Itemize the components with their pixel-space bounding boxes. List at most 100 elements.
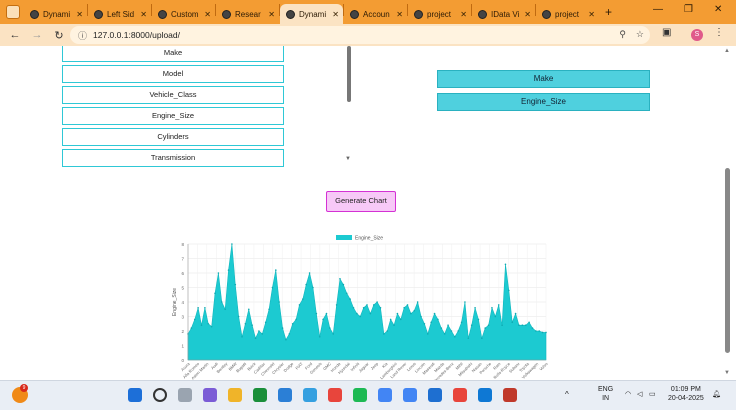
taskbar-app-icon[interactable] bbox=[303, 388, 317, 402]
tab-close-icon[interactable]: ✕ bbox=[140, 10, 147, 19]
data-point bbox=[491, 307, 493, 309]
column-option[interactable]: Make bbox=[62, 46, 284, 62]
wifi-icon[interactable]: ◠ bbox=[625, 390, 631, 399]
taskbar-app-icon[interactable] bbox=[378, 388, 392, 402]
screen: Dynami ✕ Left Sid ✕ Custom ✕ Resear ✕ Dynami ✕ Acc… bbox=[0, 0, 736, 410]
tab-close-icon[interactable]: ✕ bbox=[524, 10, 531, 19]
column-list-scroll-thumb[interactable] bbox=[347, 46, 351, 102]
data-point bbox=[501, 324, 503, 326]
profile-avatar[interactable]: S bbox=[691, 29, 703, 41]
tab-close-icon[interactable]: ✕ bbox=[460, 10, 467, 19]
tab-favicon-icon bbox=[286, 9, 295, 19]
column-option[interactable]: Vehicle_Class bbox=[62, 86, 284, 104]
generate-chart-button[interactable]: Generate Chart bbox=[326, 191, 396, 212]
data-point bbox=[204, 307, 206, 309]
data-point bbox=[410, 312, 412, 315]
zoom-icon[interactable]: ⚲ bbox=[619, 29, 626, 40]
tab-close-icon[interactable]: ✕ bbox=[332, 10, 339, 19]
taskbar-app-icon[interactable] bbox=[428, 388, 442, 402]
browser-tab[interactable]: project ✕ bbox=[536, 4, 599, 24]
notification-bell-icon[interactable]: 🔔︎ bbox=[712, 390, 721, 399]
tab-close-icon[interactable]: ✕ bbox=[76, 10, 83, 19]
volume-icon[interactable]: ◁ bbox=[637, 390, 642, 399]
minimize-icon[interactable]: — bbox=[653, 4, 663, 15]
selected-column[interactable]: Make bbox=[437, 70, 650, 88]
page-scroll-down-icon[interactable]: ▼ bbox=[724, 370, 730, 376]
column-list: Make Model Vehicle_Class Engine_Size Cylinde… bbox=[62, 46, 284, 170]
reload-icon[interactable]: ↻ bbox=[48, 29, 70, 42]
data-point bbox=[241, 336, 243, 338]
column-option[interactable]: Cylinders bbox=[62, 128, 284, 146]
taskbar-app-icon[interactable] bbox=[128, 388, 142, 402]
taskbar-app-icon[interactable] bbox=[153, 388, 167, 402]
tab-label: Accoun bbox=[363, 9, 390, 19]
menu-dots-icon[interactable]: ⋮ bbox=[714, 27, 724, 38]
x-tick-label: Subaru bbox=[508, 361, 521, 374]
taskbar-app-icon[interactable] bbox=[353, 388, 367, 402]
column-option[interactable]: Model bbox=[62, 65, 284, 83]
tray-chevron-icon[interactable]: ^ bbox=[565, 390, 569, 399]
tab-label: Dynami bbox=[299, 9, 327, 19]
taskbar-app-icon[interactable] bbox=[178, 388, 192, 402]
page-scroll-up-icon[interactable]: ▲ bbox=[724, 48, 730, 54]
restore-icon[interactable]: ❐ bbox=[684, 4, 693, 15]
browser-tab[interactable]: IData Vi ✕ bbox=[472, 4, 535, 24]
taskbar-app-icon[interactable] bbox=[228, 388, 242, 402]
taskbar-app-icon[interactable] bbox=[278, 388, 292, 402]
extensions-icon[interactable]: ▣ bbox=[662, 27, 671, 38]
data-point bbox=[440, 327, 443, 329]
data-point bbox=[251, 324, 253, 326]
data-point bbox=[447, 324, 449, 326]
page-scroll-thumb[interactable] bbox=[725, 168, 730, 353]
battery-icon[interactable]: ▭ bbox=[649, 390, 656, 399]
data-point bbox=[244, 322, 247, 325]
column-list-scrollbar[interactable]: ▼ bbox=[345, 46, 353, 164]
tab-strip: Dynami ✕ Left Sid ✕ Custom ✕ Resear ✕ Dynami ✕ Acc… bbox=[0, 0, 736, 24]
browser-toolbar: ← → ↻ ⓘ 127.0.0.1:8000/upload/ ⚲ ☆ ▣ S ⋮ bbox=[0, 24, 736, 46]
clock-time: 01:09 PM bbox=[670, 386, 701, 393]
taskbar-app-icon[interactable] bbox=[403, 388, 417, 402]
language-label: ENG bbox=[598, 386, 614, 393]
data-point bbox=[302, 298, 304, 300]
data-point bbox=[383, 333, 385, 335]
y-tick-label: 8 bbox=[181, 242, 184, 247]
x-tick-label: Jaguar bbox=[358, 361, 371, 374]
taskbar-app-icon[interactable] bbox=[203, 388, 217, 402]
column-option[interactable]: Transmission bbox=[62, 149, 284, 167]
data-point bbox=[413, 309, 416, 312]
bookmark-star-icon[interactable]: ☆ bbox=[636, 29, 644, 40]
address-bar[interactable]: ⓘ 127.0.0.1:8000/upload/ ⚲ ☆ bbox=[70, 26, 650, 44]
tab-favicon-icon bbox=[222, 9, 231, 19]
data-point bbox=[521, 324, 524, 326]
tab-close-icon[interactable]: ✕ bbox=[396, 10, 403, 19]
clock[interactable]: 01:09 PM 20-04-2025 bbox=[668, 385, 704, 403]
taskbar-app-icon[interactable] bbox=[253, 388, 267, 402]
browser-tab[interactable]: Dynami ✕ bbox=[24, 4, 87, 24]
browser-tab[interactable]: project ✕ bbox=[408, 4, 471, 24]
tab-close-icon[interactable]: ✕ bbox=[204, 10, 211, 19]
browser-tab[interactable]: Dynami ✕ bbox=[280, 4, 343, 24]
taskbar-app-icon[interactable] bbox=[328, 388, 342, 402]
tab-search-icon[interactable] bbox=[6, 5, 20, 19]
taskbar-app-icon[interactable] bbox=[453, 388, 467, 402]
browser-tab[interactable]: Accoun ✕ bbox=[344, 4, 407, 24]
taskbar-app-icon[interactable] bbox=[478, 388, 492, 402]
taskbar-app-icon[interactable] bbox=[503, 388, 517, 402]
language-indicator[interactable]: ENG IN bbox=[598, 385, 613, 403]
selected-column[interactable]: Engine_Size bbox=[437, 93, 650, 111]
page-scrollbar[interactable]: ▲ ▼ bbox=[722, 46, 732, 380]
new-tab-icon[interactable]: + bbox=[605, 5, 612, 19]
data-point bbox=[433, 312, 436, 315]
browser-tab[interactable]: Custom ✕ bbox=[152, 4, 215, 24]
tab-close-icon[interactable]: ✕ bbox=[588, 10, 595, 19]
tab-close-icon[interactable]: ✕ bbox=[268, 10, 275, 19]
site-info-icon[interactable]: ⓘ bbox=[78, 29, 87, 42]
scroll-down-arrow-icon[interactable]: ▼ bbox=[345, 156, 351, 162]
close-window-icon[interactable]: ✕ bbox=[714, 4, 722, 15]
column-option[interactable]: Engine_Size bbox=[62, 107, 284, 125]
data-point bbox=[210, 325, 213, 328]
browser-tab[interactable]: Resear ✕ bbox=[216, 4, 279, 24]
forward-icon[interactable]: → bbox=[26, 29, 48, 41]
back-icon[interactable]: ← bbox=[4, 29, 26, 41]
browser-tab[interactable]: Left Sid ✕ bbox=[88, 4, 151, 24]
